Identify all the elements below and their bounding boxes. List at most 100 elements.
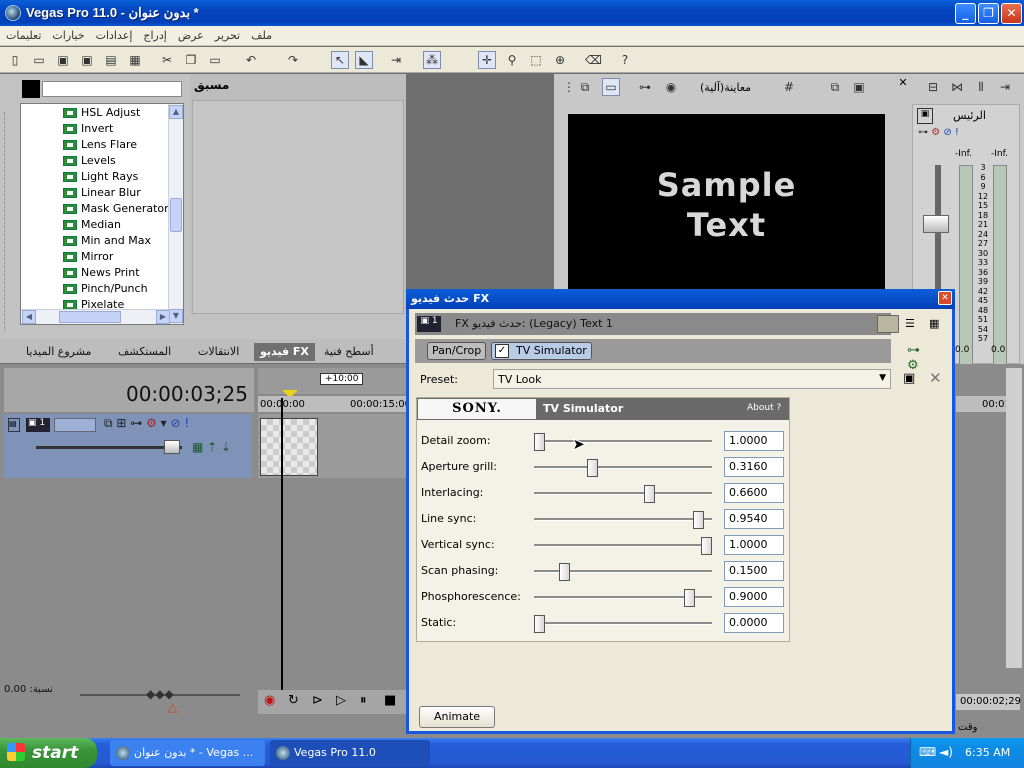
- fx-list-item[interactable]: Median: [21, 217, 183, 233]
- playhead-cursor[interactable]: [281, 398, 283, 698]
- fx-list-item[interactable]: Invert: [21, 121, 183, 137]
- param-slider[interactable]: [534, 459, 712, 477]
- dialog-close-icon[interactable]: ✕: [938, 291, 952, 305]
- scroll-up-icon[interactable]: ▲: [169, 105, 183, 119]
- taskbar-item-vegas[interactable]: Vegas Pro 11.0: [270, 740, 430, 766]
- play-from-start-icon[interactable]: ⊳: [312, 693, 323, 708]
- plugin-chain-add-icon[interactable]: ⊶ ⚙: [907, 343, 920, 373]
- overlays-icon[interactable]: ◉: [662, 78, 680, 96]
- composite-level-slider[interactable]: [36, 446, 182, 449]
- close-mixer-icon[interactable]: ✕: [896, 76, 910, 90]
- list-view-icon[interactable]: ☰: [905, 317, 915, 330]
- fx-list-hscroll[interactable]: ◀ ▶: [21, 309, 170, 324]
- selection-tool-icon[interactable]: ⬚: [527, 51, 545, 69]
- menu-view[interactable]: عرض: [178, 29, 204, 42]
- param-value-input[interactable]: 0.3160: [724, 457, 784, 477]
- tab-video-fx[interactable]: فيديو FX: [254, 343, 315, 361]
- auto-ripple-icon[interactable]: ⁂: [423, 51, 441, 69]
- start-button[interactable]: start: [0, 738, 97, 768]
- fx-list-item[interactable]: Light Rays: [21, 169, 183, 185]
- ruler[interactable]: +10:00: [258, 368, 406, 398]
- menu-file[interactable]: ملف: [251, 29, 272, 42]
- snapping-icon[interactable]: ⇥: [387, 51, 405, 69]
- stop-icon[interactable]: ■: [384, 693, 396, 708]
- fx-list-item[interactable]: Mirror: [21, 249, 183, 265]
- properties-icon[interactable]: ▦: [126, 51, 144, 69]
- dock-grip[interactable]: [4, 112, 14, 332]
- scroll-right-icon[interactable]: ▶: [156, 310, 170, 324]
- animate-button[interactable]: Animate: [419, 706, 495, 728]
- param-value-input[interactable]: 0.6600: [724, 483, 784, 503]
- param-slider[interactable]: [534, 563, 712, 581]
- param-slider-thumb[interactable]: [534, 615, 545, 633]
- fx-list-item[interactable]: Mask Generator: [21, 201, 183, 217]
- scroll-down-icon[interactable]: ▼: [169, 309, 183, 323]
- pause-icon[interactable]: ⏸: [360, 693, 367, 708]
- param-slider[interactable]: [534, 589, 712, 607]
- fx-list-item[interactable]: Pinch/Punch: [21, 281, 183, 297]
- render-icon[interactable]: ▤: [102, 51, 120, 69]
- scroll-thumb[interactable]: [170, 198, 182, 232]
- param-slider-thumb[interactable]: [534, 433, 545, 451]
- mixer-channel-icon[interactable]: ⊟: [924, 78, 942, 96]
- plugin-enable-checkbox[interactable]: ✓: [495, 344, 509, 358]
- preset-dropdown[interactable]: TV Look ▼: [493, 369, 891, 389]
- paste-icon[interactable]: ▭: [206, 51, 224, 69]
- master-fader-handle[interactable]: [923, 215, 949, 233]
- save-snapshot-icon[interactable]: ▣: [850, 78, 868, 96]
- plugin-pan-crop[interactable]: Pan/Crop: [427, 342, 487, 360]
- copy-snapshot-icon[interactable]: ⧉: [826, 78, 844, 96]
- tab-media-generators[interactable]: أسطح فنية: [318, 343, 380, 361]
- param-slider[interactable]: [534, 615, 712, 633]
- param-slider[interactable]: [534, 433, 712, 451]
- delete-preset-icon[interactable]: ✕: [929, 369, 942, 387]
- track-controls[interactable]: ⧉ ⊞ ⊶ ⚙ ▾ ⊘ !: [104, 416, 189, 431]
- video-track-header[interactable]: ▤ ▣ 1 ⧉ ⊞ ⊶ ⚙ ▾ ⊘ ! ▦ ⇡ ⇣: [4, 414, 252, 478]
- fx-list-item[interactable]: News Print: [21, 265, 183, 281]
- about-link[interactable]: About ?: [747, 403, 781, 413]
- chain-view-icon[interactable]: [877, 315, 899, 333]
- tab-transitions[interactable]: الانتقالات: [192, 343, 245, 361]
- copy-icon[interactable]: ❐: [182, 51, 200, 69]
- cut-icon[interactable]: ✂: [158, 51, 176, 69]
- save-as-icon[interactable]: ▣: [78, 51, 96, 69]
- master-buttons[interactable]: ⊶ ⚙ ⊘ !: [918, 127, 959, 138]
- zoom-tool-icon[interactable]: ⊕: [551, 51, 569, 69]
- minimize-button[interactable]: _: [955, 3, 976, 24]
- ignore-grouping-icon[interactable]: ⚲: [503, 51, 521, 69]
- composite-level-handle[interactable]: [164, 440, 180, 454]
- menu-settings[interactable]: إعدادات: [96, 29, 133, 42]
- dialog-title-bar[interactable]: حدث فيديو FX ✕: [406, 289, 955, 309]
- vegas-app-icon[interactable]: [5, 5, 21, 21]
- fx-search-input[interactable]: [42, 81, 182, 97]
- close-button[interactable]: ✕: [1001, 3, 1022, 24]
- track-motion-icon[interactable]: ▦ ⇡ ⇣: [192, 440, 231, 454]
- keyboard-icon[interactable]: ⌨: [919, 745, 936, 759]
- redo-icon[interactable]: ↷: [284, 51, 302, 69]
- envelope-tool-icon[interactable]: ◣: [355, 51, 373, 69]
- track-name-field[interactable]: [54, 418, 96, 432]
- whats-this-icon[interactable]: ?: [616, 51, 634, 69]
- menu-help[interactable]: تعليمات: [6, 29, 41, 42]
- taskbar-item-project[interactable]: بدون عنوان * - Vegas ...: [110, 740, 265, 766]
- param-slider[interactable]: [534, 485, 712, 503]
- param-value-input[interactable]: 1.0000: [724, 431, 784, 451]
- save-preset-icon[interactable]: ▣: [903, 371, 915, 386]
- open-icon[interactable]: ▭: [30, 51, 48, 69]
- scroll-left-icon[interactable]: ◀: [22, 310, 36, 324]
- param-slider-thumb[interactable]: [693, 511, 704, 529]
- mixer-dim-icon[interactable]: ⫴: [972, 78, 990, 96]
- video-output-fx-icon[interactable]: ⧉: [576, 78, 594, 96]
- loop-playback-icon[interactable]: ↻: [288, 693, 299, 708]
- fx-list-item[interactable]: Levels: [21, 153, 183, 169]
- param-slider[interactable]: [534, 511, 712, 529]
- normal-edit-tool-icon[interactable]: ↖: [331, 51, 349, 69]
- lock-envelopes-icon[interactable]: ✛: [478, 51, 496, 69]
- param-value-input[interactable]: 1.0000: [724, 535, 784, 555]
- master-fx-icon[interactable]: ▣: [917, 108, 933, 124]
- mixer-lock-icon[interactable]: ⇥: [996, 78, 1014, 96]
- external-monitor-icon[interactable]: ▭: [602, 78, 620, 96]
- split-screen-icon[interactable]: ⊶: [636, 78, 654, 96]
- grid-icon[interactable]: #: [780, 78, 798, 96]
- menu-insert[interactable]: إدراج: [143, 29, 166, 42]
